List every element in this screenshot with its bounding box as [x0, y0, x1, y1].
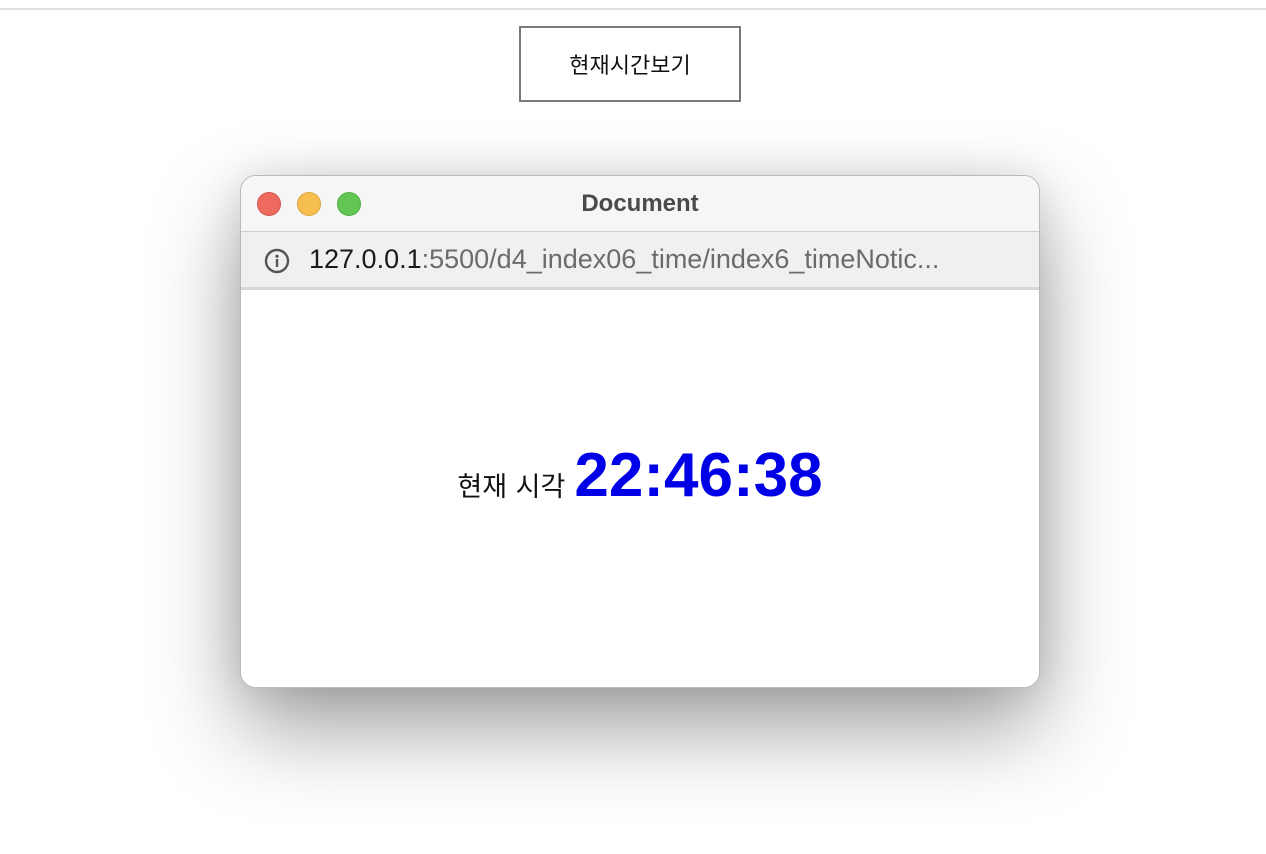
info-icon[interactable] [264, 248, 290, 274]
page: 현재시간보기 Document 127.0.0.1:5500/d4_index0… [0, 0, 1266, 854]
url-text[interactable]: 127.0.0.1:5500/d4_index06_time/index6_ti… [309, 232, 1021, 287]
url-path: :5500/d4_index06_time/index6_timeNotic..… [421, 244, 940, 274]
url-bar[interactable]: 127.0.0.1:5500/d4_index06_time/index6_ti… [241, 232, 1039, 290]
top-divider [0, 8, 1266, 10]
show-current-time-button[interactable]: 현재시간보기 [519, 26, 741, 102]
current-time-line: 현재 시각 22:46:38 [241, 440, 1039, 511]
popup-window: Document 127.0.0.1:5500/d4_index06_time/… [240, 175, 1040, 688]
current-time-label: 현재 시각 [457, 472, 566, 503]
current-time-value: 22:46:38 [574, 441, 823, 510]
title-bar[interactable]: Document [241, 176, 1039, 232]
window-title: Document [581, 190, 699, 217]
popup-content: 현재 시각 22:46:38 [241, 290, 1039, 687]
url-host: 127.0.0.1 [309, 244, 422, 274]
